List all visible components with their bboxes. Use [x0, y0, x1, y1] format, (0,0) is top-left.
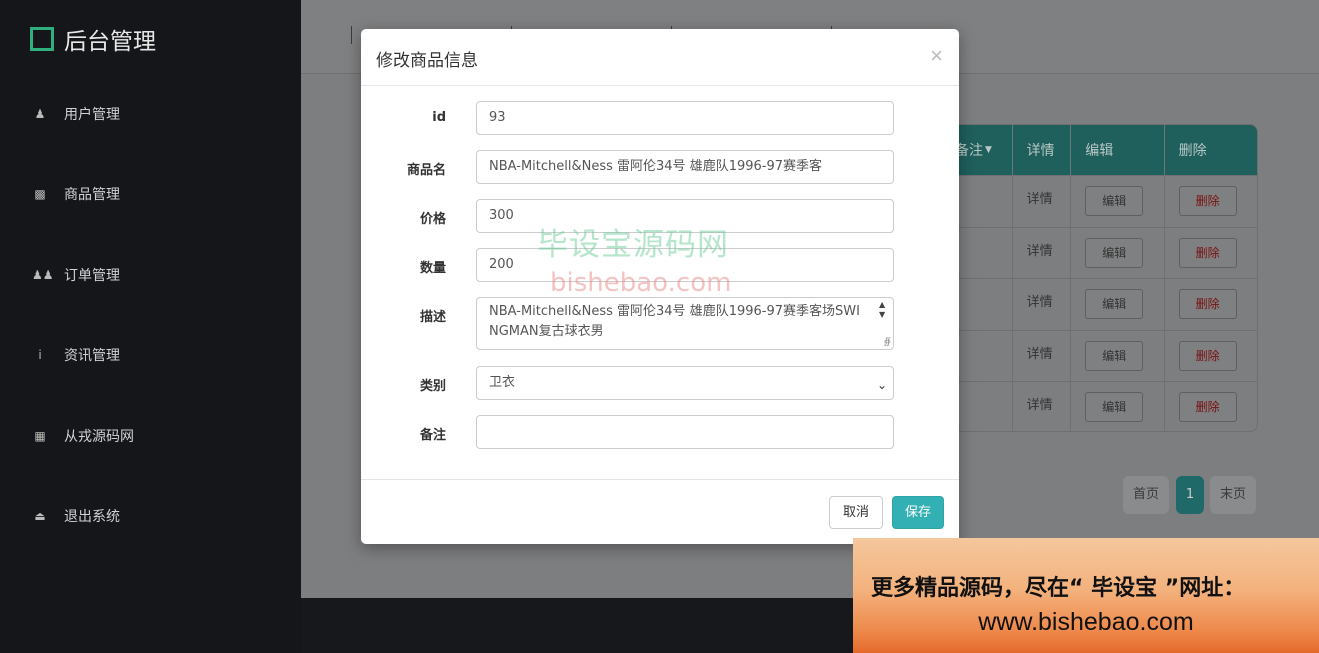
- delete-button[interactable]: 删除: [1178, 237, 1237, 268]
- category-select[interactable]: 卫衣 ⌄: [476, 366, 894, 400]
- detail-link[interactable]: 详情: [1013, 227, 1072, 278]
- description-label: 描述: [419, 310, 446, 325]
- td-edit: 编辑: [1071, 382, 1165, 431]
- sidebar-item-products[interactable]: ▩ 商品管理: [32, 184, 120, 204]
- eject-icon: ⏏: [34, 509, 46, 523]
- caret-down-icon: ▼: [985, 145, 992, 155]
- modal-footer: 取消 保存: [361, 479, 959, 544]
- category-label: 类别: [419, 379, 446, 394]
- pager-first[interactable]: 首页: [1123, 476, 1169, 514]
- id-label: id: [432, 110, 446, 125]
- th-detail: 详情: [1013, 125, 1072, 175]
- divider: [351, 26, 352, 44]
- detail-link[interactable]: 详情: [1013, 176, 1072, 227]
- delete-button[interactable]: 删除: [1178, 186, 1237, 216]
- user-icon: ♟: [34, 107, 46, 121]
- sidebar: 后台管理 ♟ 用户管理 ▩ 商品管理 ♟♟ 订单管理 i 资讯管理 ▦ 从戎源码…: [0, 0, 301, 653]
- gift-icon: ▦: [34, 429, 46, 443]
- detail-link[interactable]: 详情: [1013, 382, 1072, 431]
- table-row: 详情 编辑 删除: [941, 278, 1257, 330]
- sidebar-item-news[interactable]: i 资讯管理: [32, 345, 120, 365]
- close-icon[interactable]: ×: [930, 43, 943, 69]
- th-detail-label: 详情: [1026, 143, 1055, 159]
- pager-last[interactable]: 末页: [1210, 476, 1256, 514]
- table-header: 备注 ▼ 详情 编辑 删除: [941, 125, 1257, 175]
- delete-button[interactable]: 删除: [1178, 289, 1237, 319]
- description-textarea[interactable]: NBA-Mitchell&Ness 雷阿伦34号 雄鹿队1996-97赛季客场S…: [476, 297, 894, 350]
- save-button[interactable]: 保存: [892, 496, 944, 529]
- resize-handle-icon[interactable]: ∯: [884, 337, 891, 347]
- bar-chart-icon: ▩: [34, 187, 46, 201]
- modal-header: 修改商品信息 ×: [361, 29, 959, 86]
- sidebar-item-users[interactable]: ♟ 用户管理: [32, 104, 120, 124]
- sidebar-item-label: 资讯管理: [64, 348, 120, 364]
- td-delete: 删除: [1165, 331, 1257, 382]
- sidebar-item-logout[interactable]: ⏏ 退出系统: [32, 506, 120, 526]
- name-label: 商品名: [406, 163, 446, 178]
- quantity-label: 数量: [419, 261, 446, 276]
- textarea-scrollbar[interactable]: ▲ ▼ ∯: [879, 300, 891, 347]
- info-icon: i: [38, 348, 42, 362]
- edit-button[interactable]: 编辑: [1085, 289, 1144, 319]
- pager-current[interactable]: 1: [1176, 476, 1204, 514]
- app-title: 后台管理: [64, 29, 156, 55]
- sidebar-item-label: 用户管理: [64, 107, 120, 123]
- detail-link[interactable]: 详情: [1013, 330, 1072, 381]
- sidebar-item-label: 订单管理: [64, 268, 120, 284]
- chevron-down-icon: ⌄: [876, 378, 887, 392]
- logo: 后台管理: [30, 22, 156, 56]
- edit-button[interactable]: 编辑: [1085, 186, 1144, 216]
- remark-label: 备注: [419, 428, 446, 443]
- td-delete: 删除: [1165, 176, 1257, 227]
- delete-button[interactable]: 删除: [1178, 392, 1237, 422]
- sidebar-item-source-site[interactable]: ▦ 从戎源码网: [32, 426, 134, 446]
- table-row: 详情 编辑 删除: [941, 175, 1257, 227]
- td-delete: 删除: [1165, 382, 1257, 431]
- th-edit: 编辑: [1071, 125, 1165, 175]
- td-edit: 编辑: [1071, 279, 1165, 330]
- modal-title: 修改商品信息: [376, 51, 478, 71]
- delete-button[interactable]: 删除: [1178, 340, 1237, 371]
- table-row: 详情 编辑 删除: [941, 381, 1257, 431]
- category-value: 卫衣: [489, 375, 516, 390]
- promo-banner: 更多精品源码，尽在“ 毕设宝 ”网址： www.bishebao.com: [853, 538, 1319, 653]
- td-delete: 删除: [1165, 279, 1257, 330]
- users-icon: ♟♟: [32, 268, 54, 282]
- th-remark-label: 备注: [955, 143, 983, 159]
- table-row: 详情 编辑 删除: [941, 226, 1257, 279]
- banner-headline: 更多精品源码，尽在“ 毕设宝 ”网址：: [871, 576, 1246, 601]
- cancel-button[interactable]: 取消: [829, 496, 883, 529]
- table-row: 详情 编辑 删除: [941, 329, 1257, 382]
- scroll-up-icon[interactable]: ▲: [879, 300, 891, 310]
- watermark-text: 毕设宝源码网: [537, 227, 729, 263]
- description-text: NBA-Mitchell&Ness 雷阿伦34号 雄鹿队1996-97赛季客场S…: [489, 304, 860, 339]
- sidebar-item-label: 退出系统: [64, 509, 120, 525]
- th-delete-label: 删除: [1178, 143, 1207, 159]
- banner-url: www.bishebao.com: [978, 608, 1194, 636]
- edit-button[interactable]: 编辑: [1085, 237, 1144, 268]
- watermark-url: bishebao.com: [550, 268, 732, 298]
- id-field[interactable]: 93: [476, 101, 894, 135]
- td-edit: 编辑: [1071, 227, 1165, 278]
- logo-square-icon: [30, 27, 54, 51]
- td-edit: 编辑: [1071, 330, 1165, 381]
- th-edit-label: 编辑: [1085, 143, 1114, 159]
- price-label: 价格: [419, 212, 446, 227]
- sidebar-item-label: 商品管理: [64, 187, 120, 203]
- sidebar-item-label: 从戎源码网: [64, 429, 134, 445]
- edit-button[interactable]: 编辑: [1085, 392, 1144, 422]
- scroll-down-icon[interactable]: ▼: [879, 310, 891, 320]
- products-table: 备注 ▼ 详情 编辑 删除 详情 编辑 删除 详情 编辑 删除 详情 编辑 删除 …: [940, 124, 1258, 432]
- td-delete: 删除: [1165, 228, 1257, 279]
- detail-link[interactable]: 详情: [1013, 279, 1072, 330]
- th-delete: 删除: [1165, 125, 1257, 175]
- sidebar-item-orders[interactable]: ♟♟ 订单管理: [32, 265, 120, 285]
- name-field[interactable]: NBA-Mitchell&Ness 雷阿伦34号 雄鹿队1996-97赛季客: [476, 150, 894, 184]
- edit-button[interactable]: 编辑: [1085, 340, 1144, 371]
- remark-field[interactable]: [476, 415, 894, 449]
- td-edit: 编辑: [1071, 176, 1165, 227]
